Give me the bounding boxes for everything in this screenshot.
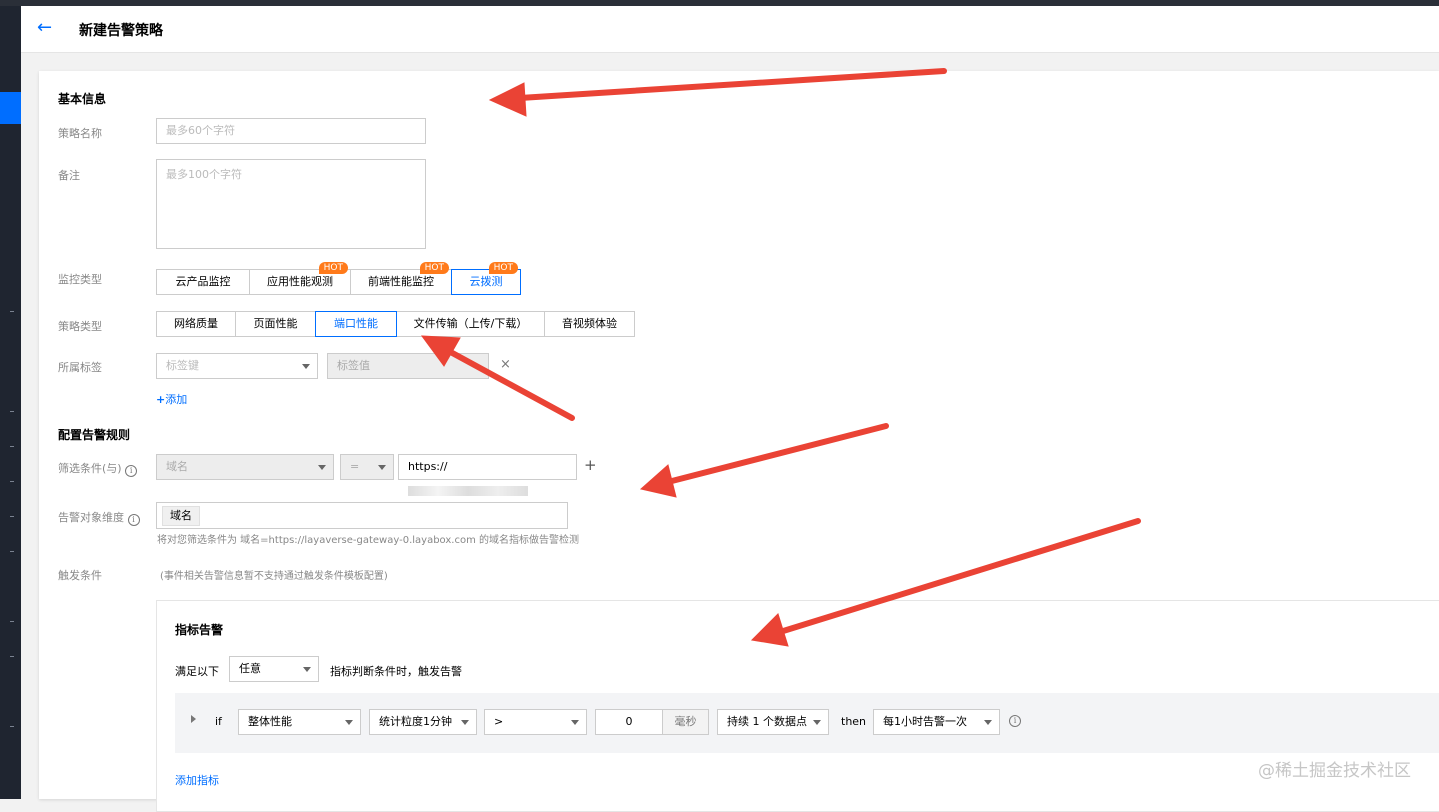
annotation-arrow	[420, 335, 575, 421]
monitor-type-cloud-probe[interactable]: 云拨测 HOT	[451, 262, 521, 295]
annotation-arrow	[750, 518, 1141, 647]
hot-badge: HOT	[488, 262, 518, 274]
annotation-arrows	[420, 68, 1141, 647]
policy-type-port-performance[interactable]: 端口性能	[315, 311, 397, 337]
watermark: @稀土掘金技术社区	[1258, 761, 1411, 781]
annotation-arrow	[488, 68, 947, 117]
annotation-arrow	[639, 423, 889, 498]
